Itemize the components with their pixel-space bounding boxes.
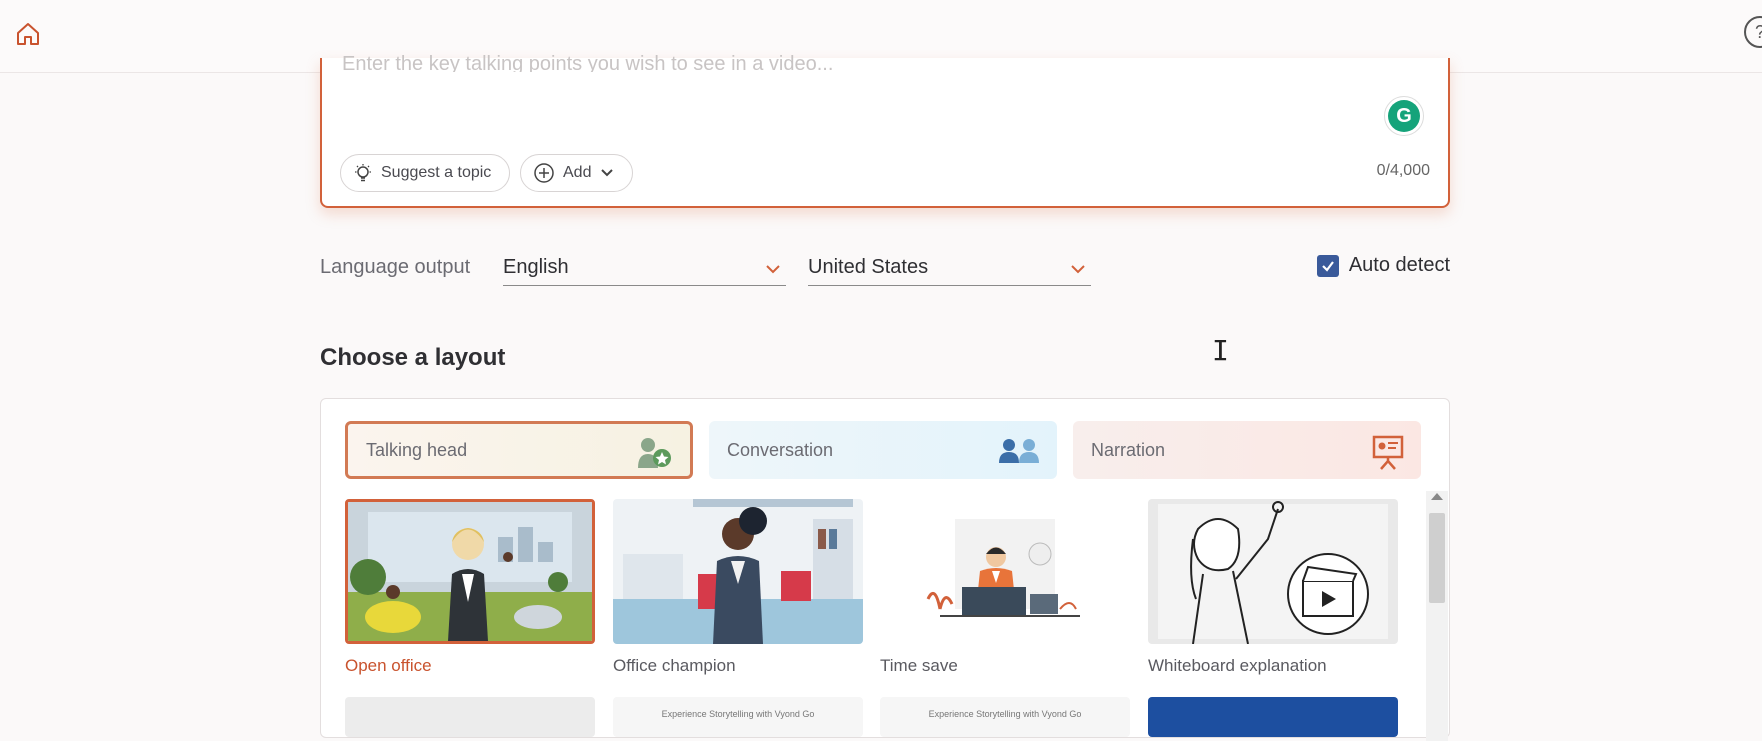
- add-label: Add: [563, 164, 592, 181]
- grammarly-icon: G: [1388, 100, 1420, 132]
- region-select[interactable]: United States: [808, 250, 1091, 286]
- layout-card-row2-2[interactable]: Experience Storytelling with Vyond Go: [613, 697, 863, 737]
- card-label: Open office: [345, 656, 432, 675]
- home-icon[interactable]: [12, 18, 44, 50]
- time-save-thumbnail: [880, 499, 1130, 644]
- chevron-down-icon: [1071, 265, 1085, 274]
- language-output-label: Language output: [320, 256, 471, 278]
- grammarly-button[interactable]: G: [1384, 96, 1424, 136]
- language-select[interactable]: English: [503, 250, 786, 286]
- conversation-icon: [999, 439, 1039, 463]
- suggest-topic-label: Suggest a topic: [381, 164, 492, 181]
- talking-head-icon: [638, 438, 671, 468]
- help-icon[interactable]: ?: [1744, 16, 1762, 48]
- text-cursor-icon: I: [1212, 334, 1229, 367]
- prompt-placeholder: Enter the key talking points you wish to…: [342, 54, 834, 72]
- layout-card-open-office[interactable]: Open office: [345, 499, 595, 676]
- add-button[interactable]: Add: [520, 154, 633, 192]
- chevron-down-icon: [601, 169, 614, 177]
- auto-detect-checkbox[interactable]: [1316, 254, 1339, 277]
- whiteboard-explanation-thumbnail: [1148, 499, 1398, 644]
- char-count: 0/4,000: [1376, 162, 1430, 179]
- layout-card-whiteboard-explanation[interactable]: Whiteboard explanation: [1148, 499, 1398, 676]
- checkmark-icon: [1322, 260, 1334, 272]
- choose-layout-title: Choose a layout: [320, 344, 506, 371]
- presentation-easel-icon: [1372, 435, 1404, 470]
- chevron-down-icon: [766, 265, 780, 274]
- office-champion-thumbnail: [613, 499, 863, 644]
- language-row: Language output English United States Au…: [320, 250, 1450, 288]
- card-label: Whiteboard explanation: [1148, 656, 1327, 675]
- layout-card-row2-3[interactable]: Experience Storytelling with Vyond Go: [880, 697, 1130, 737]
- open-office-thumbnail: [345, 499, 595, 644]
- tab-label: Talking head: [366, 439, 468, 460]
- tab-talking-head[interactable]: Talking head: [345, 421, 693, 479]
- suggest-topic-button[interactable]: Suggest a topic: [340, 154, 510, 192]
- auto-detect-label: Auto detect: [1348, 254, 1450, 276]
- card-caption: Experience Storytelling with Vyond Go: [661, 709, 815, 719]
- tab-label: Narration: [1091, 439, 1166, 460]
- tab-conversation[interactable]: Conversation: [709, 421, 1057, 479]
- region-value: United States: [808, 256, 929, 278]
- card-caption: Experience Storytelling with Vyond Go: [928, 709, 1082, 719]
- tab-label: Conversation: [727, 439, 834, 460]
- scrollbar-thumb[interactable]: [1429, 513, 1445, 603]
- prompt-textarea[interactable]: Enter the key talking points you wish to…: [320, 54, 1450, 208]
- scroll-up-icon[interactable]: [1431, 493, 1443, 500]
- plus-circle-icon: [534, 163, 554, 183]
- layout-scrollbar[interactable]: [1426, 491, 1448, 741]
- layout-panel: Talking head Conversation Narration Open…: [320, 398, 1450, 741]
- language-value: English: [503, 256, 569, 278]
- lightbulb-icon: [355, 164, 371, 182]
- layout-card-row2-1[interactable]: [345, 697, 595, 737]
- card-label: Office champion: [613, 656, 736, 675]
- layout-card-time-save[interactable]: Time save: [880, 499, 1130, 676]
- layout-card-row2-4[interactable]: [1148, 697, 1398, 737]
- auto-detect-toggle[interactable]: Auto detect: [1316, 254, 1450, 277]
- card-label: Time save: [880, 656, 958, 675]
- tab-narration[interactable]: Narration: [1073, 421, 1421, 479]
- layout-card-office-champion[interactable]: Office champion: [613, 499, 863, 676]
